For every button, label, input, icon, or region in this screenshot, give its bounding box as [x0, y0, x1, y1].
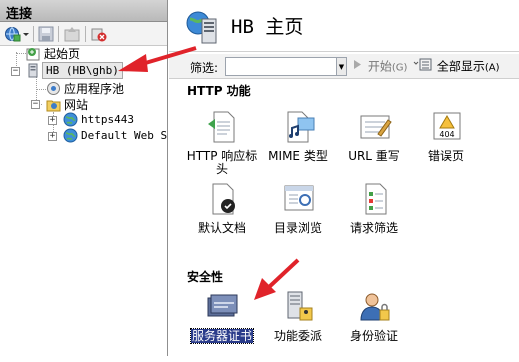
show-all-icon — [413, 58, 433, 76]
filter-label: 筛选: — [190, 61, 219, 75]
section-title-http: HTTP 功能 — [187, 84, 251, 98]
tree-expand-toggle[interactable]: + — [48, 116, 57, 125]
start-icon — [351, 58, 364, 76]
start-page-icon — [26, 46, 41, 61]
tree-line — [36, 89, 46, 90]
feature-error-pages[interactable]: 404 错误页 — [409, 110, 483, 182]
feature-delegation[interactable]: 功能委派 — [261, 290, 335, 362]
toolbar-separator — [85, 26, 86, 42]
mime-types-icon — [282, 110, 316, 144]
http-response-headers-icon — [206, 110, 240, 144]
show-all-label: 全部显示 — [436, 59, 485, 74]
filter-input[interactable] — [225, 57, 337, 76]
feature-label: HTTP 响应标头 — [186, 149, 258, 176]
globe-connect-icon[interactable] — [4, 25, 22, 43]
feature-http-response-headers[interactable]: HTTP 响应标头 — [185, 110, 259, 182]
up-icon[interactable] — [63, 25, 81, 43]
feature-mime-types[interactable]: MIME 类型 — [261, 110, 335, 182]
tree-collapse-toggle[interactable]: − — [11, 67, 20, 76]
feature-label-text: 服务器证书 — [189, 328, 255, 344]
globe-icon — [63, 128, 78, 143]
connections-header: 连接 — [0, 0, 167, 22]
server-certificate-icon — [206, 290, 240, 324]
tree-expand-toggle[interactable]: + — [48, 132, 57, 141]
feature-label: 服务器证书 — [185, 328, 259, 344]
feature-label: 功能委派 — [273, 329, 322, 343]
save-icon[interactable] — [37, 25, 55, 43]
tree-item-label: 应用程序池 — [64, 82, 125, 96]
tree-item-label: 起始页 — [44, 47, 81, 61]
feature-server-certificates[interactable]: 服务器证书 — [185, 290, 259, 362]
feature-label: 请求筛选 — [349, 221, 398, 235]
authentication-icon — [358, 290, 392, 324]
show-all-button[interactable]: 全部显示(A) — [413, 58, 500, 76]
tree-item-label: https443 — [81, 113, 134, 126]
feature-label: 目录浏览 — [273, 221, 322, 235]
feature-label: MIME 类型 — [268, 149, 328, 163]
url-rewrite-icon — [358, 110, 392, 144]
globe-icon — [63, 112, 78, 127]
connections-toolbar — [0, 22, 167, 46]
show-all-shortcut: (A) — [484, 62, 500, 74]
tree-item-label: 网站 — [64, 98, 89, 112]
filter-dropdown-button[interactable]: ▼ — [337, 57, 347, 76]
feature-directory-browsing[interactable]: 目录浏览 — [261, 182, 335, 254]
tree-collapse-toggle[interactable]: − — [31, 100, 40, 109]
default-document-icon — [206, 182, 240, 216]
feature-label: 错误页 — [427, 149, 464, 163]
tree-line — [16, 53, 26, 54]
toolbar-separator — [33, 26, 34, 42]
feature-label: 身份验证 — [349, 329, 398, 343]
error-page-icon: 404 — [430, 110, 464, 144]
feature-delegation-icon — [282, 290, 316, 324]
request-filtering-icon — [358, 182, 392, 216]
start-button[interactable]: 开始(G) — [351, 58, 407, 76]
connections-tree: 起始页 − HB (HB\ghb) 应用程序池 − 网站 + https443 … — [0, 46, 167, 356]
feature-label: URL 重写 — [348, 149, 400, 163]
folder-globe-icon — [46, 97, 61, 112]
server-icon — [185, 9, 219, 48]
feature-request-filtering[interactable]: 请求筛选 — [337, 182, 411, 254]
section-title-security: 安全性 — [187, 270, 224, 284]
feature-url-rewrite[interactable]: URL 重写 — [337, 110, 411, 182]
connections-pane: 连接 起始页 − HB (HB\ghb) 应用程序池 − 网站 + https4… — [0, 0, 168, 356]
start-shortcut: (G) — [391, 62, 408, 74]
chevron-down-icon[interactable] — [22, 25, 30, 43]
toolbar-separator — [58, 26, 59, 42]
page-header: HB 主页 — [169, 0, 519, 52]
directory-browsing-icon — [282, 182, 316, 216]
tree-item-label: Default Web S — [81, 129, 167, 142]
error-code-text: 404 — [439, 130, 454, 139]
feature-label: 默认文档 — [197, 221, 246, 235]
feature-view-pane: HB 主页 筛选: ▼ 开始(G) 全部显示(A) HTTP 功能 HTTP 响… — [169, 0, 519, 356]
feature-authentication[interactable]: 身份验证 — [337, 290, 411, 362]
server-icon — [26, 63, 41, 78]
disconnect-icon[interactable] — [90, 25, 108, 43]
tree-item-label: HB (HB\ghb) — [42, 62, 123, 79]
filter-bar: 筛选: ▼ 开始(G) 全部显示(A) — [169, 54, 519, 79]
feature-default-document[interactable]: 默认文档 — [185, 182, 259, 254]
start-label: 开始 — [367, 59, 392, 74]
app-pool-icon — [46, 81, 61, 96]
page-title: HB 主页 — [231, 16, 304, 38]
